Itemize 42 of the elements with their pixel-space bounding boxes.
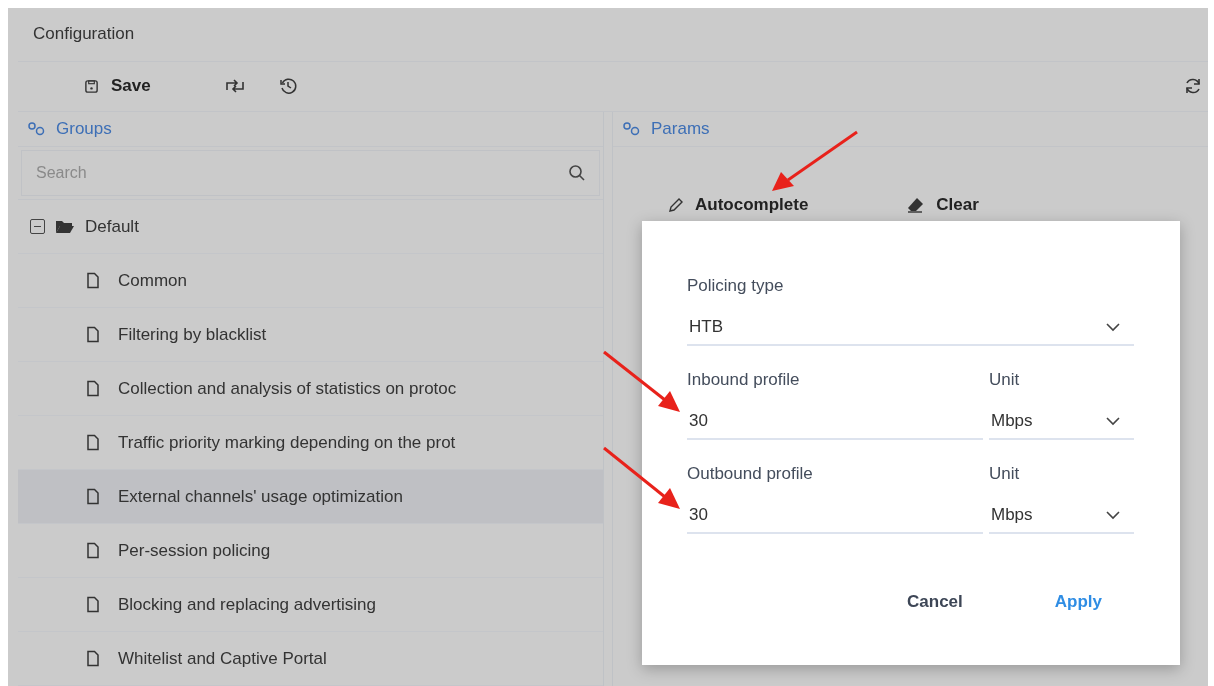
document-icon <box>86 380 100 397</box>
chevron-down-icon <box>1106 322 1120 332</box>
document-icon <box>86 434 100 451</box>
document-icon <box>86 488 100 505</box>
document-icon <box>86 326 100 343</box>
save-button[interactable]: Save <box>78 72 157 101</box>
document-icon <box>86 542 100 559</box>
swap-arrows-icon <box>224 79 245 94</box>
search-field[interactable]: Search <box>21 150 600 196</box>
document-icon <box>86 596 100 613</box>
field-label: Inbound profile <box>687 370 801 390</box>
refresh-icon <box>1184 77 1202 96</box>
tree-item[interactable]: Filtering by blacklist <box>18 308 603 362</box>
unit-dropdown[interactable]: Mbps <box>989 404 1134 440</box>
tree-item[interactable]: Per-session policing <box>18 524 603 578</box>
page-title: Configuration <box>33 24 135 45</box>
tree-item[interactable]: Collection and analysis of statistics on protoc <box>18 362 603 416</box>
document-icon <box>86 650 100 667</box>
search-icon <box>568 164 586 182</box>
history-icon <box>278 77 297 96</box>
tree-item[interactable]: Default <box>18 200 603 254</box>
cancel-button[interactable]: Cancel <box>901 588 969 616</box>
tree-item[interactable]: External channels' usage optimization <box>18 470 603 524</box>
policing-type-dropdown[interactable]: HTB <box>687 310 1134 346</box>
panel-title: Groups <box>56 119 112 139</box>
tree-item[interactable]: Common <box>18 254 603 308</box>
folder-icon <box>55 218 75 235</box>
clear-button[interactable]: Clear <box>902 193 983 217</box>
field-label: Unit <box>989 464 1021 484</box>
chevron-down-icon <box>1106 510 1120 520</box>
field-label: Unit <box>989 370 1021 390</box>
document-icon <box>86 272 100 289</box>
pencil-icon <box>667 196 685 214</box>
collapse-icon[interactable] <box>30 219 45 234</box>
chevron-down-icon <box>1106 416 1120 426</box>
field-label: Outbound profile <box>687 464 814 484</box>
panel-title: Params <box>651 119 710 139</box>
field-label: Policing type <box>687 276 785 296</box>
unit-dropdown[interactable]: Mbps <box>989 498 1134 534</box>
tree-item[interactable]: Blocking and replacing advertising <box>18 578 603 632</box>
tree-item[interactable]: Whitelist and Captive Portal <box>18 632 603 686</box>
autocomplete-button[interactable]: Autocomplete <box>663 193 813 217</box>
